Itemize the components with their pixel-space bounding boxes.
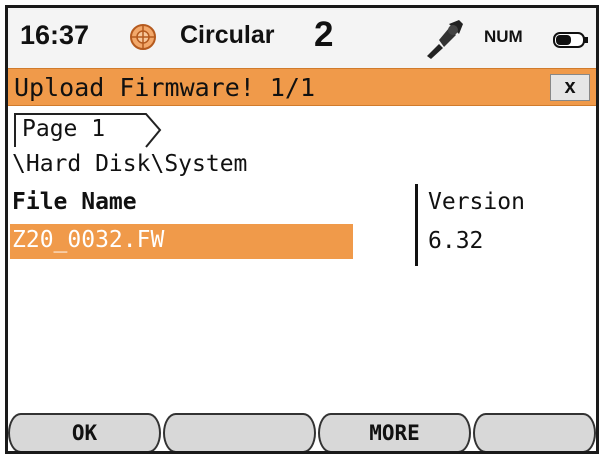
tab-page-1[interactable]: Page 1: [14, 112, 166, 148]
file-name-cell: Z20_0032.FW: [12, 227, 165, 253]
keyboard-mode-indicator: NUM: [484, 27, 523, 46]
version-cell: 6.32: [428, 228, 484, 254]
tab-label: Page 1: [22, 116, 106, 142]
softkey-more[interactable]: MORE: [318, 413, 471, 451]
softkey-4[interactable]: [473, 413, 596, 451]
face-indicator: 2: [314, 15, 334, 54]
softkey-ok[interactable]: OK: [8, 413, 161, 451]
softkey-bar: OK MORE: [8, 413, 596, 451]
probe-icon: [423, 18, 465, 60]
dialog-title-bar: Upload Firmware! 1/1 x: [8, 68, 596, 106]
column-header-file-name: File Name: [12, 189, 137, 215]
status-bar: 16:37 Circular 2 NUM: [8, 8, 596, 68]
file-row-selected[interactable]: Z20_0032.FW: [10, 224, 353, 259]
close-button[interactable]: x: [550, 74, 590, 101]
instrument-screen: 16:37 Circular 2 NUM Upload Firmware! 1/…: [5, 5, 599, 454]
dialog-title: Upload Firmware! 1/1: [14, 73, 316, 102]
prism-target-icon: [128, 22, 158, 52]
folder-path: \Hard Disk\System: [12, 151, 248, 177]
clock-time: 16:37: [20, 20, 90, 50]
softkey-2[interactable]: [163, 413, 316, 451]
column-header-version: Version: [428, 189, 525, 215]
measure-mode: Circular: [180, 21, 275, 49]
column-divider: [415, 184, 418, 266]
battery-icon: [553, 31, 589, 49]
